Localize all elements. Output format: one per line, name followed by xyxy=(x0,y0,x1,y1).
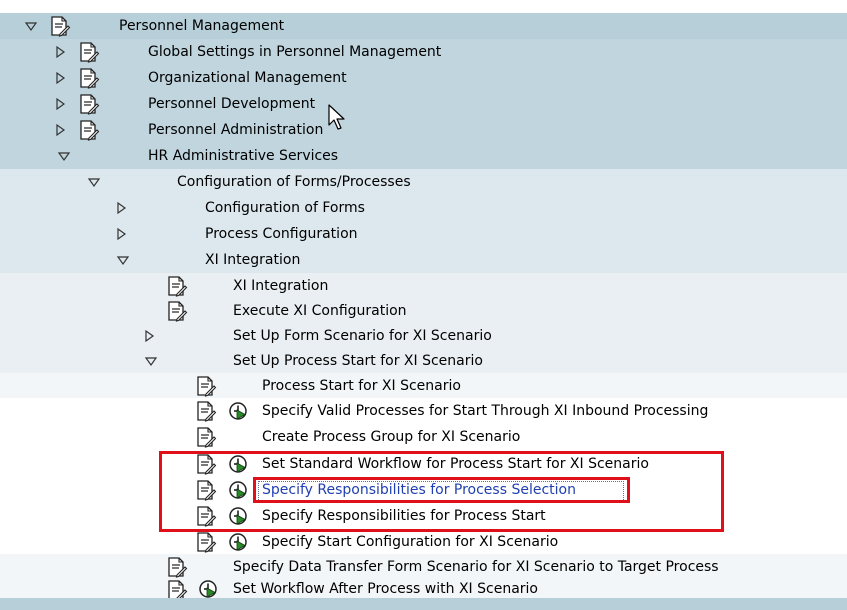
triangle-down-icon[interactable] xyxy=(116,253,130,267)
tree-node-personnel-management[interactable]: Personnel Management xyxy=(0,13,847,39)
triangle-down-icon[interactable] xyxy=(144,354,158,368)
execute-clock-icon[interactable] xyxy=(198,579,218,599)
tree-node-label: Organizational Management xyxy=(148,70,347,86)
tree-node-xi-integration-folder[interactable]: XI Integration xyxy=(0,247,847,273)
tree-node-personnel-development[interactable]: Personnel Development xyxy=(0,91,847,117)
tree-node-set-standard-workflow[interactable]: Set Standard Workflow for Process Start … xyxy=(0,451,847,477)
tree-node-label: Global Settings in Personnel Management xyxy=(148,44,442,60)
documentation-icon[interactable] xyxy=(166,556,188,578)
tree-node-label: Set Up Process Start for XI Scenario xyxy=(233,353,483,369)
tree-node-label: Process Configuration xyxy=(205,226,358,242)
triangle-down-icon[interactable] xyxy=(57,149,71,163)
tree-node-hr-administrative-services[interactable]: HR Administrative Services xyxy=(0,143,847,169)
tree-node-label: Specify Data Transfer Form Scenario for … xyxy=(233,559,719,575)
tree-node-label: Specify Responsibilities for Process Sel… xyxy=(262,482,576,498)
tree-node-specify-responsibilities-start[interactable]: Specify Responsibilities for Process Sta… xyxy=(0,503,847,529)
tree-node-organizational-management[interactable]: Organizational Management xyxy=(0,65,847,91)
execute-clock-icon[interactable] xyxy=(228,401,248,421)
documentation-icon[interactable] xyxy=(78,67,100,89)
img-tree: Personnel Management Global Settings in … xyxy=(0,0,847,610)
execute-clock-icon[interactable] xyxy=(228,454,248,474)
documentation-icon[interactable] xyxy=(78,93,100,115)
tree-node-specify-data-transfer[interactable]: Specify Data Transfer Form Scenario for … xyxy=(0,554,847,580)
tree-node-label: HR Administrative Services xyxy=(148,148,339,164)
tree-node-label: Set Standard Workflow for Process Start … xyxy=(262,456,649,472)
tree-node-specify-valid-processes[interactable]: Specify Valid Processes for Start Throug… xyxy=(0,398,847,424)
triangle-right-icon[interactable] xyxy=(53,45,67,59)
tree-node-process-configuration[interactable]: Process Configuration xyxy=(0,221,847,247)
tree-node-label: Specify Start Configuration for XI Scena… xyxy=(262,534,559,550)
triangle-down-icon[interactable] xyxy=(24,19,38,33)
execute-clock-icon[interactable] xyxy=(228,480,248,500)
triangle-right-icon[interactable] xyxy=(53,97,67,111)
tree-node-specify-responsibilities-selection[interactable]: Specify Responsibilities for Process Sel… xyxy=(0,477,847,503)
tree-node-label: Process Start for XI Scenario xyxy=(262,378,461,394)
execute-clock-icon[interactable] xyxy=(228,532,248,552)
tree-node-label: Execute XI Configuration xyxy=(233,303,407,319)
tree-node-execute-xi-configuration[interactable]: Execute XI Configuration xyxy=(0,298,847,324)
documentation-icon[interactable] xyxy=(195,400,217,422)
triangle-right-icon[interactable] xyxy=(114,201,128,215)
triangle-right-icon[interactable] xyxy=(53,71,67,85)
tree-node-label: Personnel Development xyxy=(148,96,316,112)
tree-node-process-start-for-xi-scenario[interactable]: Process Start for XI Scenario xyxy=(0,373,847,399)
documentation-icon[interactable] xyxy=(195,505,217,527)
tree-node-label: Set Workflow After Process with XI Scena… xyxy=(233,581,538,597)
tree-node-set-workflow-after-process[interactable]: Set Workflow After Process with XI Scena… xyxy=(0,579,847,601)
tree-node-label: Configuration of Forms xyxy=(205,200,365,216)
documentation-icon[interactable] xyxy=(78,41,100,63)
tree-node-configuration-of-forms[interactable]: Configuration of Forms xyxy=(0,195,847,221)
tree-node-personnel-administration[interactable]: Personnel Administration xyxy=(0,117,847,143)
tree-node-label: Configuration of Forms/Processes xyxy=(177,174,411,190)
documentation-icon[interactable] xyxy=(195,453,217,475)
tree-node-label: XI Integration xyxy=(233,278,329,294)
tree-node-xi-integration-doc[interactable]: XI Integration xyxy=(0,273,847,299)
triangle-right-icon[interactable] xyxy=(53,123,67,137)
tree-node-global-settings[interactable]: Global Settings in Personnel Management xyxy=(0,39,847,65)
mouse-pointer-icon xyxy=(328,104,350,132)
tree-node-label: Specify Responsibilities for Process Sta… xyxy=(262,508,546,524)
tree-node-configuration-of-forms-processes[interactable]: Configuration of Forms/Processes xyxy=(0,169,847,195)
tree-node-set-up-form-scenario[interactable]: Set Up Form Scenario for XI Scenario xyxy=(0,323,847,349)
documentation-icon[interactable] xyxy=(195,479,217,501)
documentation-icon[interactable] xyxy=(195,531,217,553)
documentation-icon[interactable] xyxy=(49,15,71,37)
tree-node-label: Personnel Administration xyxy=(148,122,324,138)
tree-node-label: Set Up Form Scenario for XI Scenario xyxy=(233,328,492,344)
documentation-icon[interactable] xyxy=(195,426,217,448)
tree-node-set-up-process-start[interactable]: Set Up Process Start for XI Scenario xyxy=(0,348,847,374)
documentation-icon[interactable] xyxy=(195,375,217,397)
execute-clock-icon[interactable] xyxy=(228,506,248,526)
triangle-right-icon[interactable] xyxy=(142,329,156,343)
tree-node-create-process-group[interactable]: Create Process Group for XI Scenario xyxy=(0,424,847,450)
tree-node-label: Personnel Management xyxy=(119,18,285,34)
tree-node-label: Specify Valid Processes for Start Throug… xyxy=(262,403,709,419)
tree-bottom-divider xyxy=(0,598,847,610)
tree-node-label: Create Process Group for XI Scenario xyxy=(262,429,521,445)
tree-node-specify-start-configuration[interactable]: Specify Start Configuration for XI Scena… xyxy=(0,529,847,555)
documentation-icon[interactable] xyxy=(166,300,188,322)
tree-node-label: XI Integration xyxy=(205,252,301,268)
documentation-icon[interactable] xyxy=(166,275,188,297)
triangle-down-icon[interactable] xyxy=(87,175,101,189)
documentation-icon[interactable] xyxy=(78,119,100,141)
triangle-right-icon[interactable] xyxy=(114,227,128,241)
